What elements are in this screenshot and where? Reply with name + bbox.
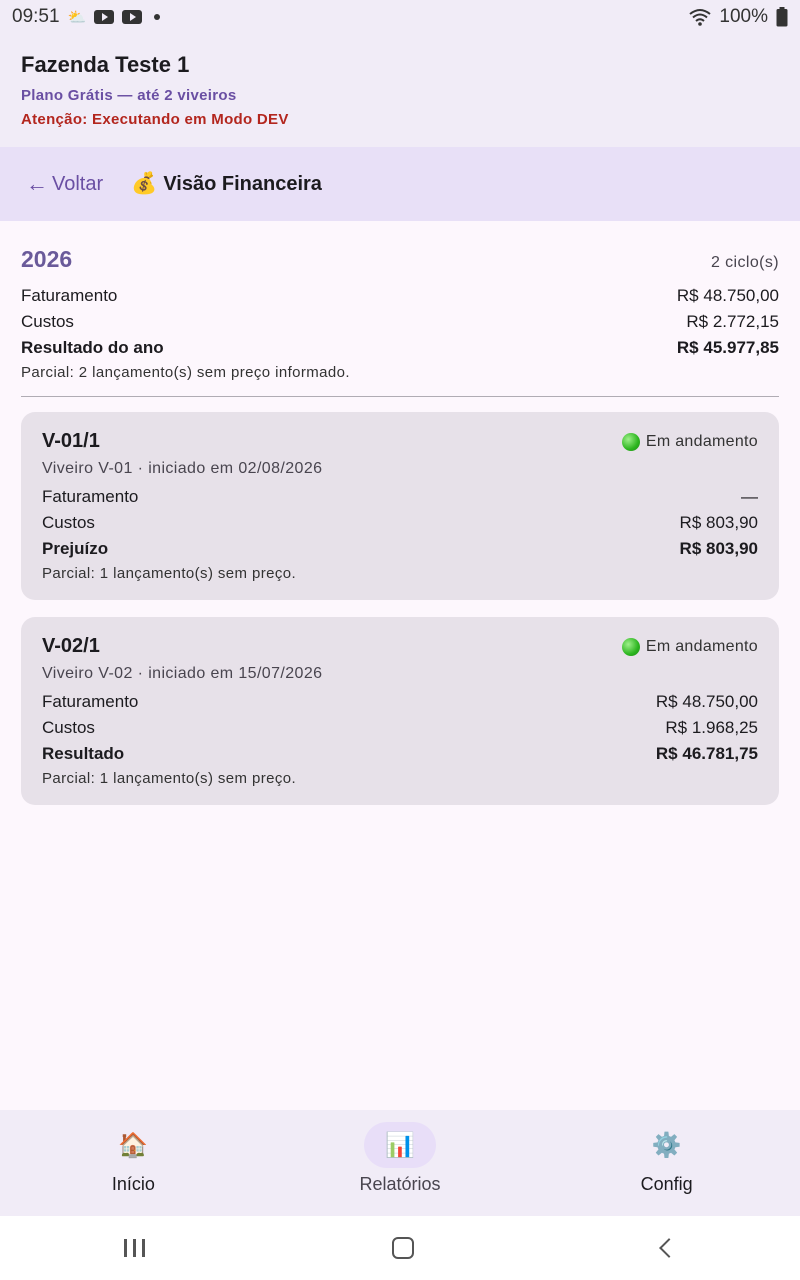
main-content: 2026 2 ciclo(s) Faturamento R$ 48.750,00… [21, 221, 779, 822]
gear-icon: ⚙️ [651, 1131, 682, 1159]
cycle-revenue-row: Faturamento R$ 48.750,00 [42, 689, 758, 715]
cycle-result-label: Prejuízo [42, 539, 109, 558]
nav-home-label: Início [111, 1174, 155, 1194]
status-text: Em andamento [645, 432, 758, 450]
page-title-text: Visão Financeira [163, 172, 322, 195]
year-header: 2026 2 ciclo(s) [21, 246, 779, 273]
recents-button[interactable] [123, 1239, 145, 1257]
clock: 09:51 [12, 6, 60, 27]
status-badge: Em andamento [621, 637, 758, 656]
top-nav-bar: ← Voltar 💰 Visão Financeira [0, 147, 800, 221]
cycle-revenue-label: Faturamento [42, 692, 139, 711]
page-title: 💰 Visão Financeira [131, 172, 322, 196]
notification-dot-icon [154, 14, 161, 20]
dev-mode-warning: Atenção: Executando em Modo DEV [21, 111, 289, 128]
system-navigation-bar [0, 1216, 800, 1280]
plan-label: Plano Grátis — até 2 viveiros [21, 87, 237, 104]
battery-level: 100% [719, 6, 768, 27]
cycle-costs-row: Custos R$ 1.968,25 [42, 715, 758, 741]
youtube-icon [94, 10, 115, 24]
summary-revenue-row: Faturamento R$ 48.750,00 [21, 283, 779, 309]
cycle-result-value: R$ 803,90 [679, 539, 758, 558]
cycle-costs-label: Custos [42, 513, 95, 532]
summary-costs-label: Custos [21, 312, 74, 331]
farm-name: Fazenda Teste 1 [21, 52, 190, 77]
nav-reports-label: Relatórios [359, 1174, 441, 1194]
cycle-costs-value: R$ 803,90 [679, 513, 758, 532]
cycle-title: V-02/1 [42, 635, 100, 657]
house-icon: 🏠 [118, 1131, 149, 1159]
battery-icon [776, 7, 788, 27]
status-badge: Em andamento [621, 432, 758, 451]
app-header: Fazenda Teste 1 Plano Grátis — até 2 viv… [0, 34, 800, 147]
cycle-costs-row: Custos R$ 803,90 [42, 510, 758, 536]
cycle-note: Parcial: 1 lançamento(s) sem preço. [42, 565, 297, 582]
cycle-card[interactable]: V-02/1 Em andamento Viveiro V-02 · inici… [21, 617, 779, 805]
cycle-revenue-row: Faturamento — [42, 484, 758, 510]
cycle-subtitle: Viveiro V-02 · iniciado em 15/07/2026 [42, 665, 323, 682]
summary-revenue-value: R$ 48.750,00 [676, 286, 779, 305]
nav-item-reports[interactable]: 📊 Relatórios [300, 1122, 500, 1195]
bar-chart-icon: 📊 [363, 1122, 436, 1168]
cycle-card[interactable]: V-01/1 Em andamento Viveiro V-01 · inici… [21, 412, 779, 600]
arrow-left-icon: ← [26, 171, 48, 196]
green-circle-icon [621, 432, 640, 451]
summary-note: Parcial: 2 lançamento(s) sem preço infor… [21, 364, 350, 381]
cycle-revenue-value: R$ 48.750,00 [655, 692, 758, 711]
wifi-icon [689, 9, 712, 26]
nav-config-label: Config [640, 1174, 693, 1194]
status-bar: 09:51 ⛅ 100% [0, 0, 800, 34]
nav-item-home[interactable]: 🏠 Início [33, 1122, 233, 1195]
cycle-result-value: R$ 46.781,75 [655, 744, 758, 763]
cycle-result-row: Prejuízo R$ 803,90 [42, 536, 758, 562]
status-text: Em andamento [645, 637, 758, 655]
summary-result-label: Resultado do ano [21, 338, 164, 357]
cycle-costs-value: R$ 1.968,25 [665, 718, 758, 737]
divider [21, 396, 779, 397]
back-button[interactable]: ← Voltar [26, 171, 103, 197]
cycle-revenue-value: — [741, 487, 758, 506]
nav-item-config[interactable]: ⚙️ Config [567, 1122, 767, 1195]
summary-revenue-label: Faturamento [21, 286, 118, 305]
cycle-subtitle: Viveiro V-01 · iniciado em 02/08/2026 [42, 460, 323, 477]
summary-costs-value: R$ 2.772,15 [686, 312, 779, 331]
weather-icon: ⛅ [67, 9, 87, 26]
summary-result-row: Resultado do ano R$ 45.977,85 [21, 335, 779, 361]
bottom-navigation: 🏠 Início 📊 Relatórios ⚙️ Config [0, 1110, 800, 1216]
cycle-costs-label: Custos [42, 718, 95, 737]
year-label: 2026 [21, 246, 73, 272]
cycle-note: Parcial: 1 lançamento(s) sem preço. [42, 770, 297, 787]
back-label: Voltar [52, 172, 104, 195]
cycle-result-row: Resultado R$ 46.781,75 [42, 741, 758, 767]
summary-costs-row: Custos R$ 2.772,15 [21, 309, 779, 335]
home-button[interactable] [392, 1237, 415, 1259]
youtube-icon [122, 10, 143, 24]
cycle-result-label: Resultado [42, 744, 125, 763]
summary-result-value: R$ 45.977,85 [676, 338, 779, 357]
money-bag-icon: 💰 [131, 172, 158, 195]
green-circle-icon [621, 637, 640, 656]
system-back-button[interactable] [659, 1238, 680, 1258]
cycle-title: V-01/1 [42, 430, 100, 452]
cycles-count: 2 ciclo(s) [710, 254, 779, 271]
cycle-revenue-label: Faturamento [42, 487, 139, 506]
